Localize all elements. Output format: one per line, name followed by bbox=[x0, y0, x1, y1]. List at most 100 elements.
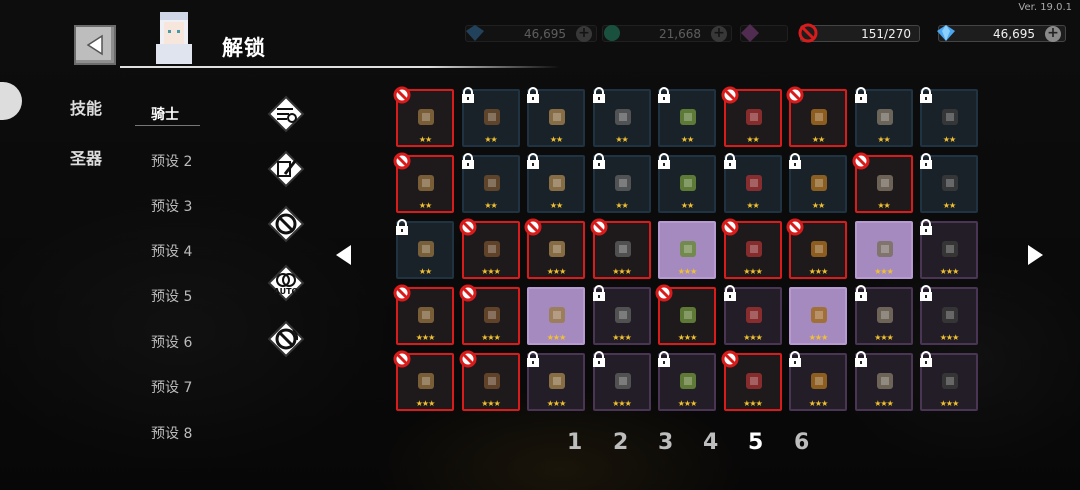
relic-slot-wings[interactable]: ★★ bbox=[592, 87, 651, 147]
relic-slot-blade[interactable]: ★★ bbox=[461, 153, 520, 213]
preset-2[interactable]: 预设 2 bbox=[151, 151, 192, 171]
star-rating: ★★ bbox=[418, 267, 432, 276]
star-rating: ★★★ bbox=[481, 399, 501, 408]
relic-slot-cross[interactable]: ★★★ bbox=[527, 287, 585, 345]
ban-icon bbox=[786, 218, 804, 236]
page-5[interactable]: 5 bbox=[748, 430, 763, 455]
back-button[interactable] bbox=[74, 25, 116, 65]
preset-5[interactable]: 预设 5 bbox=[151, 286, 192, 306]
ban-button[interactable] bbox=[265, 203, 307, 245]
page-1[interactable]: 1 bbox=[567, 430, 582, 455]
ban-icon bbox=[852, 152, 869, 170]
ban-icon bbox=[459, 284, 476, 302]
preset-6[interactable]: 预设 6 bbox=[151, 332, 192, 352]
relic-slot-dice[interactable]: ★★★ bbox=[658, 221, 716, 279]
relic-slot-medkit[interactable]: ★★★ bbox=[459, 350, 520, 411]
relic-slot-meat[interactable]: ★★ bbox=[920, 153, 978, 213]
coin-icon bbox=[604, 25, 620, 41]
star-rating: ★★★ bbox=[481, 267, 501, 276]
relic-slot-cube[interactable]: ★★ bbox=[723, 153, 782, 213]
relic-slot-pot[interactable]: ★★ bbox=[658, 87, 716, 147]
orb-icon bbox=[418, 307, 434, 323]
relic-slot-flask[interactable]: ★★ bbox=[592, 153, 651, 213]
preset-7[interactable]: 预设 7 bbox=[151, 377, 192, 397]
relic-slot-gear[interactable]: ★★ bbox=[854, 87, 913, 147]
meat-icon bbox=[942, 175, 958, 191]
preset-3[interactable]: 预设 3 bbox=[151, 196, 192, 216]
relic-slot-crest[interactable]: ★★★ bbox=[459, 284, 520, 345]
prev-page-arrow[interactable] bbox=[336, 245, 351, 265]
page-3[interactable]: 3 bbox=[658, 430, 673, 455]
star-rating: ★★ bbox=[484, 201, 497, 210]
add-gems-button[interactable]: + bbox=[1045, 26, 1061, 42]
relic-slot-scroll[interactable]: ★★★ bbox=[786, 218, 847, 279]
star-rating: ★★ bbox=[746, 201, 759, 210]
relic-slot-book[interactable]: ★★ bbox=[527, 153, 585, 213]
lock-icon bbox=[527, 87, 539, 103]
relic-slot-sun[interactable]: ★★★ bbox=[723, 285, 782, 345]
shield-icon bbox=[549, 109, 565, 125]
relic-slot-spear[interactable]: ★★ bbox=[786, 86, 847, 147]
preset-4[interactable]: 预设 4 bbox=[151, 241, 192, 261]
chain-icon bbox=[876, 307, 893, 323]
relic-slot-chain[interactable]: ★★★ bbox=[854, 285, 913, 345]
relic-slot-orb[interactable]: ★★★ bbox=[393, 284, 454, 345]
relic-slot-boot[interactable]: ★★★ bbox=[789, 351, 847, 411]
relic-slot-staff[interactable]: ★★ bbox=[920, 87, 978, 147]
star-rating: ★★★ bbox=[808, 333, 829, 342]
relic-slot-branch[interactable]: ★★ bbox=[852, 152, 913, 213]
relic-slot-paw[interactable]: ★★ bbox=[393, 152, 454, 213]
brain-icon bbox=[876, 241, 893, 257]
knight-portrait bbox=[156, 12, 192, 64]
relic-slot-map[interactable]: ★★★ bbox=[789, 287, 847, 345]
flask-icon bbox=[614, 175, 631, 191]
relic-slot-tome[interactable]: ★★★ bbox=[524, 218, 585, 279]
boot-icon bbox=[811, 373, 827, 389]
relic-slot-moon[interactable]: ★★★ bbox=[658, 351, 716, 411]
edit-button[interactable] bbox=[265, 148, 307, 190]
gems-counter-faded: 46,695 + bbox=[465, 25, 597, 42]
page-2[interactable]: 2 bbox=[613, 430, 628, 455]
relic-slot-crystal[interactable]: ★★★ bbox=[920, 351, 978, 411]
crystal-icon bbox=[942, 373, 958, 389]
back-arrow-icon bbox=[86, 34, 103, 56]
auto-ban-button[interactable]: AUTO bbox=[265, 262, 307, 304]
preset-8[interactable]: 预设 8 bbox=[151, 423, 192, 443]
tab-skills[interactable]: 技能 bbox=[70, 95, 102, 119]
relic-slot-sushi[interactable]: ★★★ bbox=[721, 350, 782, 411]
lock-icon bbox=[920, 87, 932, 103]
next-page-arrow[interactable] bbox=[1028, 245, 1043, 265]
relic-slot-shield[interactable]: ★★ bbox=[527, 87, 585, 147]
relic-slot-rock[interactable]: ★★★ bbox=[590, 218, 651, 279]
star-rating: ★★ bbox=[942, 201, 956, 210]
tab-relics[interactable]: 圣器 bbox=[70, 145, 102, 169]
relic-slot-bow[interactable]: ★★ bbox=[461, 87, 520, 147]
relic-slot-wand[interactable]: ★★ bbox=[396, 219, 454, 279]
preset-selection-line bbox=[135, 125, 200, 126]
relic-slot-flame[interactable]: ★★★ bbox=[920, 285, 978, 345]
relic-slot-potion[interactable]: ★★★ bbox=[459, 218, 520, 279]
auto-clear-button[interactable] bbox=[265, 318, 307, 360]
relic-slot-leaf[interactable]: ★★★ bbox=[592, 285, 651, 345]
relic-slot-rune[interactable]: ★★ bbox=[721, 86, 782, 147]
relic-slot-sword[interactable]: ★★★ bbox=[854, 351, 913, 411]
relic-slot-stick[interactable]: ★★ bbox=[393, 86, 454, 147]
version-label: Ver. 19.0.1 bbox=[1018, 2, 1072, 13]
preset-knight[interactable]: 骑士 bbox=[151, 104, 179, 124]
relic-slot-cup[interactable]: ★★★ bbox=[721, 218, 782, 279]
stick-icon bbox=[418, 109, 434, 125]
relic-slot-fish[interactable]: ★★ bbox=[789, 153, 847, 213]
relic-slot-feather[interactable]: ★★★ bbox=[592, 351, 651, 411]
relic-slot-brain[interactable]: ★★★ bbox=[854, 221, 913, 279]
filter-button[interactable] bbox=[265, 93, 307, 135]
lock-icon bbox=[592, 153, 605, 169]
page-4[interactable]: 4 bbox=[703, 430, 718, 455]
relic-slot-bat[interactable]: ★★★ bbox=[655, 284, 716, 345]
relic-slot-mask[interactable]: ★★★ bbox=[527, 351, 585, 411]
relic-slot-syringe[interactable]: ★★★ bbox=[920, 219, 978, 279]
star-rating: ★★★ bbox=[743, 333, 763, 342]
ban-icon bbox=[721, 218, 738, 236]
relic-slot-coin[interactable]: ★★ bbox=[658, 153, 716, 213]
relic-slot-egg[interactable]: ★★★ bbox=[393, 350, 454, 411]
page-6[interactable]: 6 bbox=[794, 430, 809, 455]
